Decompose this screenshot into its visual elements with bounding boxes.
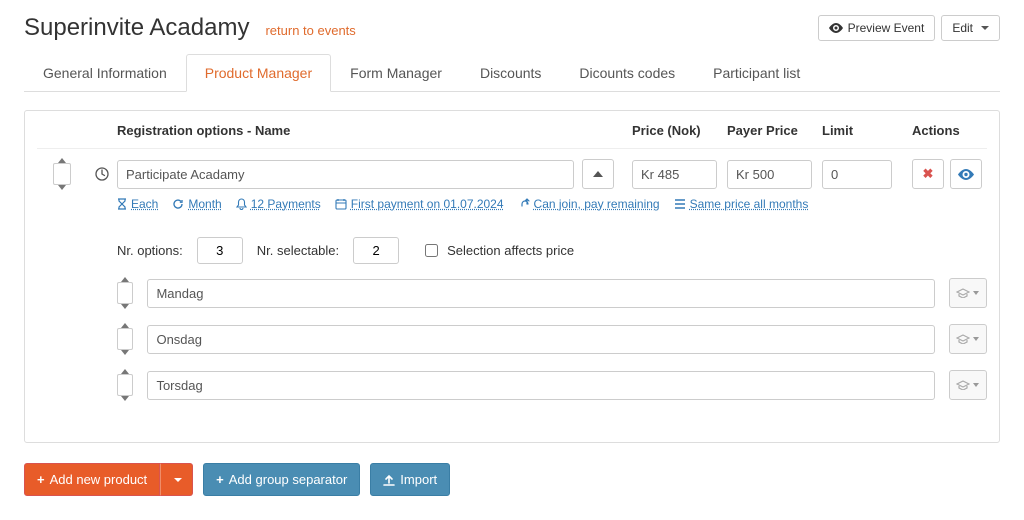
preview-event-button[interactable]: Preview Event bbox=[818, 15, 936, 41]
selection-affects-price-label: Selection affects price bbox=[447, 243, 574, 258]
tab-product-manager[interactable]: Product Manager bbox=[186, 54, 331, 92]
sub-option-row bbox=[117, 324, 987, 354]
badge-can-join[interactable]: Can join, pay remaining bbox=[518, 197, 660, 211]
limit-input[interactable] bbox=[822, 160, 892, 189]
collapse-toggle-button[interactable] bbox=[582, 159, 614, 189]
price-input[interactable] bbox=[632, 160, 717, 189]
sub-options-list bbox=[117, 278, 987, 400]
payer-price-input[interactable] bbox=[727, 160, 812, 189]
delete-button[interactable]: ✖ bbox=[912, 159, 944, 189]
plus-icon: + bbox=[37, 472, 45, 487]
sub-option-row bbox=[117, 370, 987, 400]
selection-affects-price-checkbox[interactable] bbox=[425, 244, 438, 257]
header-right: Preview Event Edit bbox=[818, 15, 1000, 41]
drag-handle[interactable] bbox=[117, 282, 133, 304]
tab-form-manager[interactable]: Form Manager bbox=[331, 54, 461, 92]
badges-row: Each Month 12 Payments First payment on … bbox=[117, 197, 987, 211]
edit-dropdown-button[interactable]: Edit bbox=[941, 15, 1000, 41]
tab-general[interactable]: General Information bbox=[24, 54, 186, 92]
visibility-button[interactable] bbox=[950, 159, 982, 189]
page-title: Superinvite Acadamy bbox=[24, 14, 249, 42]
nr-selectable-input[interactable] bbox=[353, 237, 399, 264]
chevron-down-icon bbox=[973, 337, 979, 341]
page-header: Superinvite Acadamy return to events Pre… bbox=[24, 14, 1000, 42]
badge-month[interactable]: Month bbox=[172, 197, 221, 211]
eye-icon bbox=[958, 169, 974, 180]
footer-buttons: + Add new product + Add group separator … bbox=[24, 463, 1000, 496]
col-price: Price (Nok) bbox=[632, 123, 727, 138]
product-panel: Registration options - Name Price (Nok) … bbox=[24, 110, 1000, 443]
sub-option-name-input[interactable] bbox=[147, 325, 934, 354]
badge-payments[interactable]: 12 Payments bbox=[236, 197, 321, 211]
nr-selectable-label: Nr. selectable: bbox=[257, 243, 339, 258]
preview-event-label: Preview Event bbox=[848, 21, 925, 35]
add-new-product-button[interactable]: + Add new product bbox=[24, 463, 160, 496]
sub-option-name-input[interactable] bbox=[147, 279, 934, 308]
graduation-cap-icon bbox=[956, 334, 970, 344]
badge-each[interactable]: Each bbox=[117, 197, 158, 211]
drag-handle[interactable] bbox=[117, 374, 133, 396]
add-group-separator-button[interactable]: + Add group separator bbox=[203, 463, 360, 496]
chevron-down-icon bbox=[981, 26, 989, 30]
chevron-down-icon bbox=[973, 383, 979, 387]
graduation-cap-icon bbox=[956, 288, 970, 298]
columns-header: Registration options - Name Price (Nok) … bbox=[37, 123, 987, 149]
sub-option-action-button[interactable] bbox=[949, 278, 987, 308]
sub-option-row bbox=[117, 278, 987, 308]
col-name: Registration options - Name bbox=[117, 123, 582, 138]
tab-discount-codes[interactable]: Dicounts codes bbox=[560, 54, 694, 92]
nr-options-label: Nr. options: bbox=[117, 243, 183, 258]
calendar-icon bbox=[335, 198, 347, 210]
badge-same-price[interactable]: Same price all months bbox=[674, 197, 809, 211]
clock-icon bbox=[95, 167, 109, 181]
options-controls: Nr. options: Nr. selectable: Selection a… bbox=[117, 237, 987, 264]
refresh-icon bbox=[172, 198, 184, 210]
header-left: Superinvite Acadamy return to events bbox=[24, 14, 356, 42]
x-icon: ✖ bbox=[923, 166, 934, 182]
drag-handle[interactable] bbox=[53, 163, 71, 185]
tab-participant-list[interactable]: Participant list bbox=[694, 54, 819, 92]
add-new-product-dropdown[interactable] bbox=[160, 463, 193, 496]
chevron-down-icon bbox=[174, 478, 182, 482]
share-icon bbox=[518, 198, 530, 210]
upload-icon bbox=[383, 474, 395, 486]
drag-handle[interactable] bbox=[117, 328, 133, 350]
import-button[interactable]: Import bbox=[370, 463, 450, 496]
plus-icon: + bbox=[216, 472, 224, 487]
list-icon bbox=[674, 199, 686, 209]
col-limit: Limit bbox=[822, 123, 902, 138]
return-to-events-link[interactable]: return to events bbox=[265, 23, 355, 38]
chevron-down-icon bbox=[973, 291, 979, 295]
chevron-up-icon bbox=[593, 171, 603, 177]
graduation-cap-icon bbox=[956, 380, 970, 390]
hourglass-icon bbox=[117, 198, 127, 210]
nr-options-input[interactable] bbox=[197, 237, 243, 264]
tab-discounts[interactable]: Discounts bbox=[461, 54, 560, 92]
badge-first-payment[interactable]: First payment on 01.07.2024 bbox=[335, 197, 504, 211]
sub-option-action-button[interactable] bbox=[949, 370, 987, 400]
edit-label: Edit bbox=[952, 21, 973, 35]
bell-icon bbox=[236, 198, 247, 210]
tabs: General Information Product Manager Form… bbox=[24, 54, 1000, 92]
sub-option-action-button[interactable] bbox=[949, 324, 987, 354]
product-name-input[interactable] bbox=[117, 160, 574, 189]
eye-icon bbox=[829, 23, 843, 33]
product-row: ✖ bbox=[37, 149, 987, 189]
col-payer: Payer Price bbox=[727, 123, 822, 138]
col-actions: Actions bbox=[912, 123, 987, 138]
sub-option-name-input[interactable] bbox=[147, 371, 934, 400]
